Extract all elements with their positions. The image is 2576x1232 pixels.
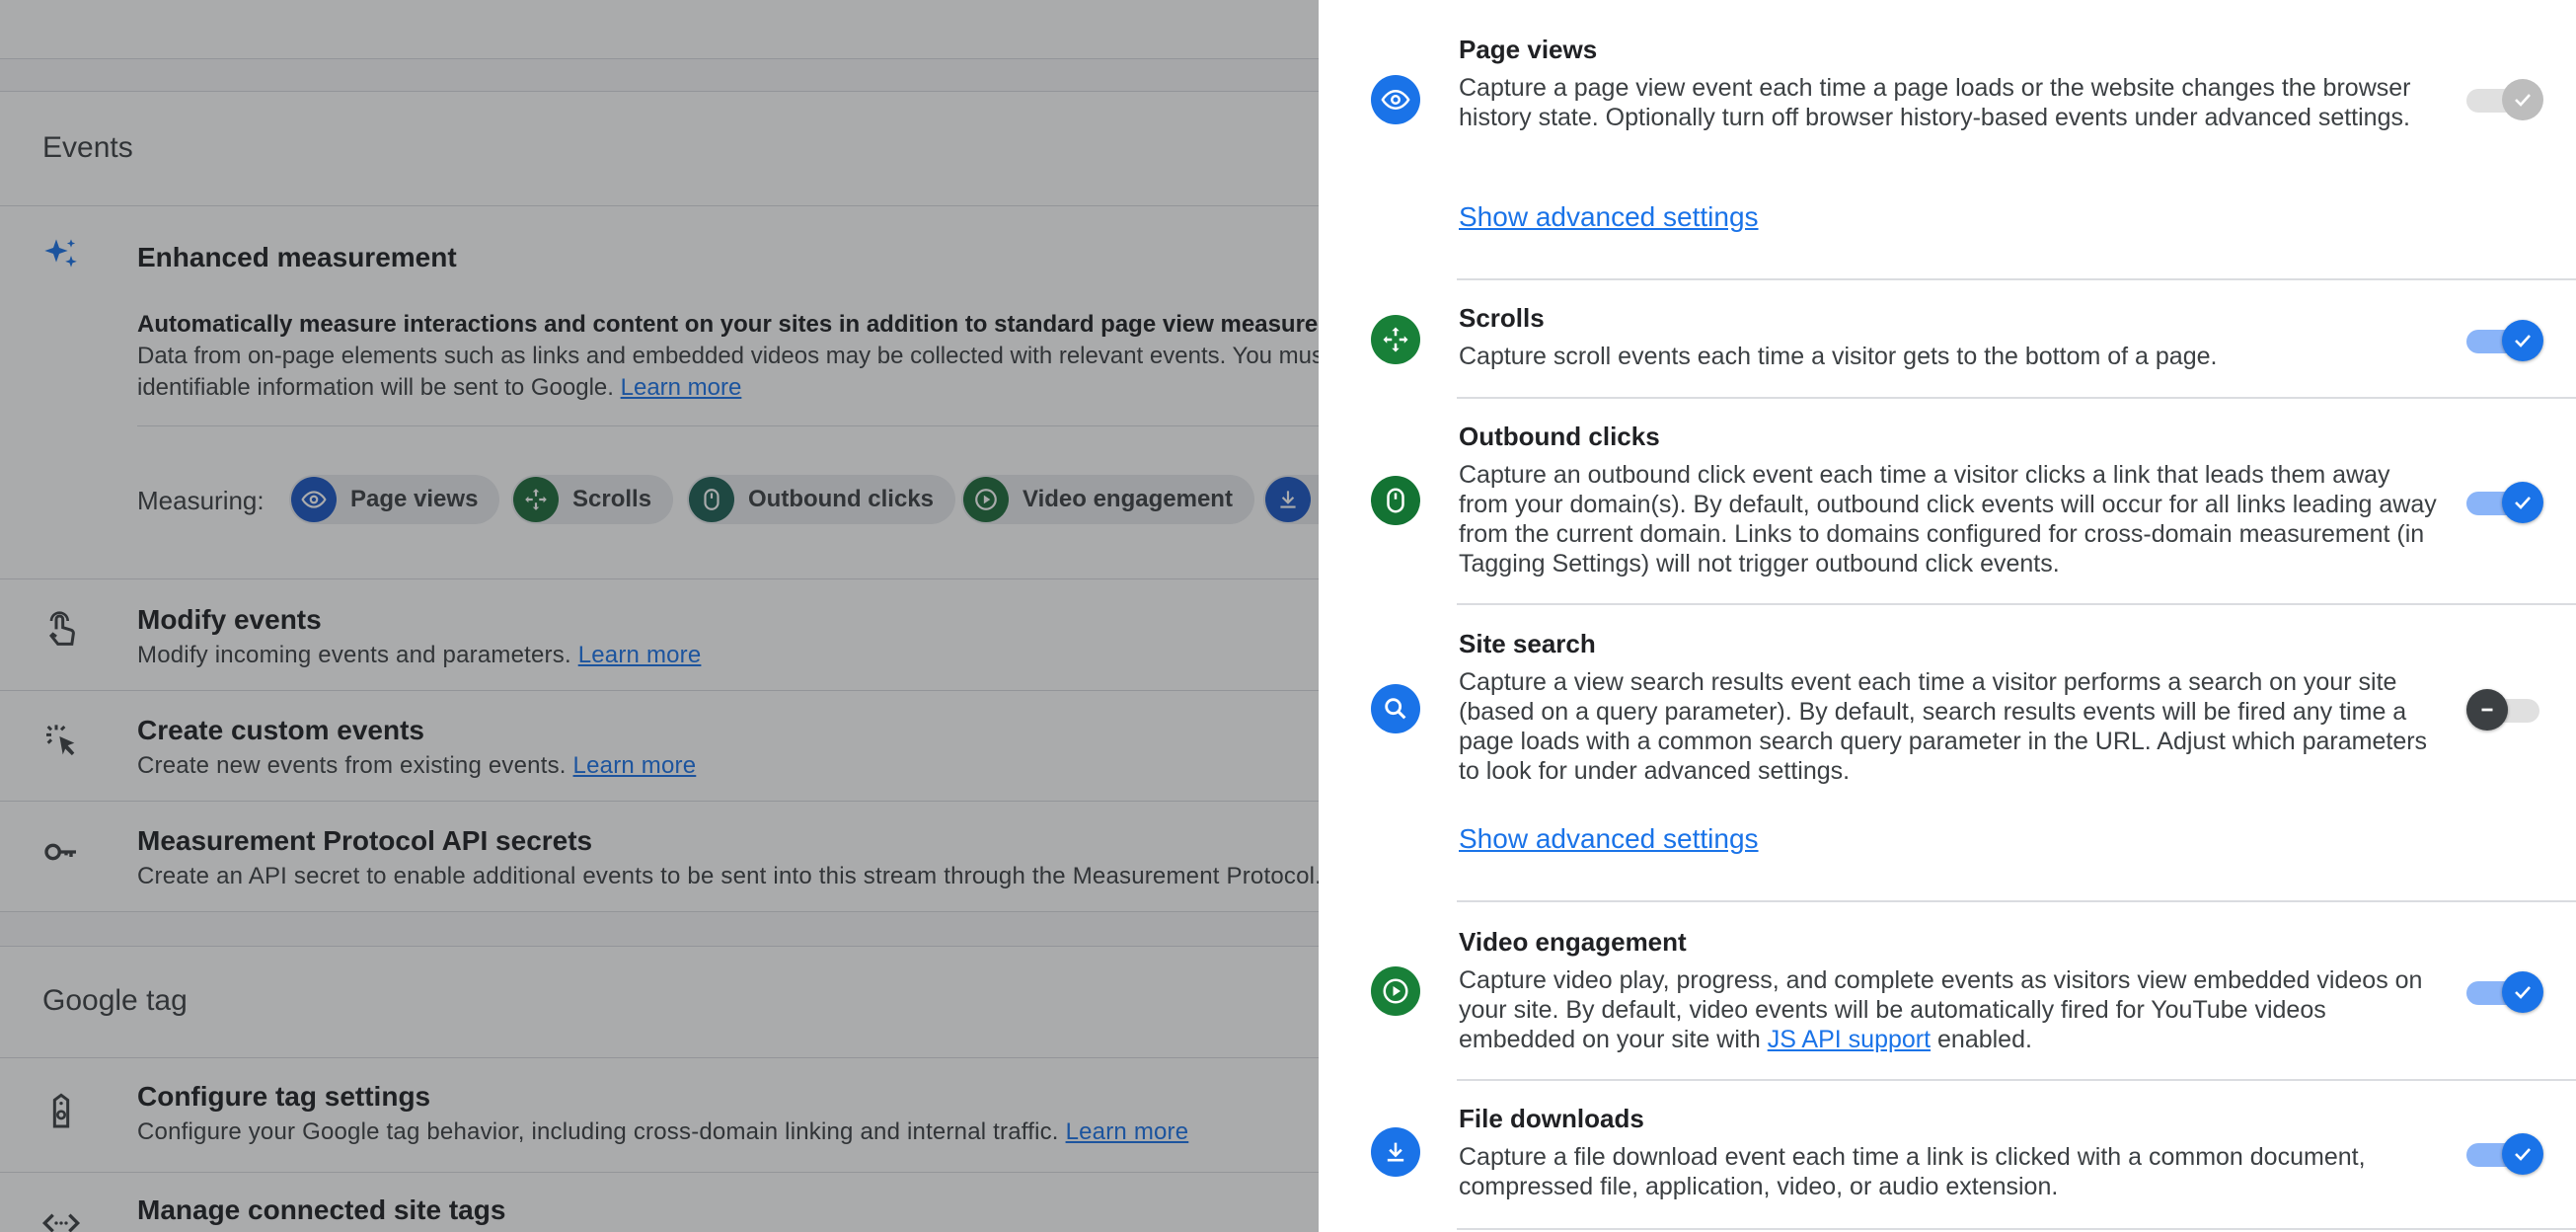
show-advanced-settings-link[interactable]: Show advanced settings: [1459, 823, 1759, 855]
video-engagement-title: Video engagement: [1459, 927, 1687, 957]
download-icon: [1371, 1127, 1420, 1177]
file-downloads-toggle[interactable]: [2466, 1133, 2545, 1175]
scrolls-title: Scrolls: [1459, 303, 1545, 333]
check-icon: [2502, 79, 2543, 120]
separator: [1457, 900, 2576, 902]
check-icon: [2502, 482, 2543, 523]
check-icon: [2502, 971, 2543, 1013]
eye-icon: [1371, 75, 1420, 124]
modal-scrim[interactable]: [0, 0, 1319, 1232]
check-icon: [2502, 1133, 2543, 1175]
page-views-toggle: [2466, 79, 2545, 120]
minus-icon: [2466, 689, 2508, 731]
video-engagement-description: Capture video play, progress, and comple…: [1459, 965, 2446, 1054]
outbound-clicks-description: Capture an outbound click event each tim…: [1459, 461, 2437, 578]
separator: [1457, 1228, 2576, 1230]
outbound-clicks-title: Outbound clicks: [1459, 422, 1660, 451]
page-views-description: Capture a page view event each time a pa…: [1459, 74, 2411, 131]
separator: [1457, 1079, 2576, 1081]
page-views-title: Page views: [1459, 35, 1598, 64]
site-search-description: Capture a view search results event each…: [1459, 668, 2428, 785]
check-icon: [2502, 320, 2543, 361]
play-icon: [1371, 966, 1420, 1016]
video-engagement-desc-suffix: enabled.: [1931, 1026, 2032, 1053]
move-icon: [1371, 315, 1420, 364]
site-search-toggle[interactable]: [2466, 689, 2545, 731]
file-downloads-description: Capture a file download event each time …: [1459, 1143, 2366, 1200]
file-downloads-title: File downloads: [1459, 1104, 1644, 1133]
site-search-title: Site search: [1459, 629, 1596, 658]
outbound-clicks-toggle[interactable]: [2466, 482, 2545, 523]
separator: [1457, 278, 2576, 280]
enhanced-measurement-settings-panel: Page views Capture a page view event eac…: [1319, 0, 2576, 1232]
search-icon: [1371, 684, 1420, 733]
separator: [1457, 603, 2576, 605]
show-advanced-settings-link[interactable]: Show advanced settings: [1459, 201, 1759, 233]
video-engagement-toggle[interactable]: [2466, 971, 2545, 1013]
stream-details-page: Events Enhanced measurement Automaticall…: [0, 0, 1319, 1232]
scrolls-toggle[interactable]: [2466, 320, 2545, 361]
js-api-support-link[interactable]: JS API support: [1768, 1026, 1931, 1053]
separator: [1457, 397, 2576, 399]
mouse-icon: [1371, 476, 1420, 525]
scrolls-description: Capture scroll events each time a visito…: [1459, 343, 2218, 370]
